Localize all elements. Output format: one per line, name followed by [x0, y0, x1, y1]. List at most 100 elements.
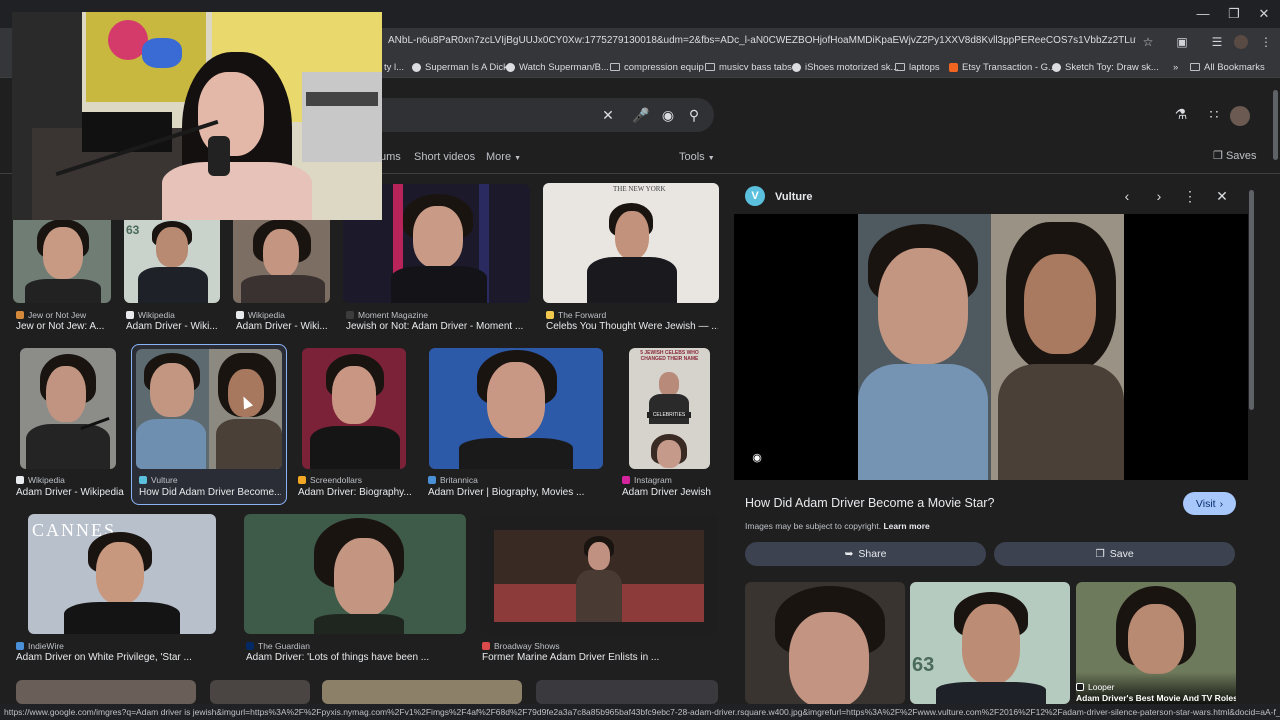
- bookmark-item[interactable]: Superman Is A Dick: [412, 60, 508, 74]
- result-source: Vulture: [139, 474, 178, 485]
- apps-grid-icon[interactable]: ∷: [1205, 106, 1223, 124]
- preview-title[interactable]: How Did Adam Driver Become a Movie Star?: [745, 496, 994, 510]
- tab-short-videos[interactable]: Short videos: [414, 151, 475, 163]
- image-thumbnail[interactable]: [429, 348, 603, 469]
- wikipedia-icon: [236, 310, 244, 319]
- close-window-icon[interactable]: ✕: [1249, 4, 1279, 24]
- related-title[interactable]: Adam Driver's Best Movie And TV Roles...: [1076, 693, 1236, 703]
- related-image[interactable]: [745, 582, 905, 704]
- result-title[interactable]: Adam Driver: Biography...: [298, 487, 412, 500]
- bookmark-item[interactable]: ty l...: [384, 60, 404, 74]
- chevron-down-icon: ▼: [514, 155, 522, 162]
- page-scrollbar[interactable]: [1273, 90, 1278, 160]
- image-thumbnail[interactable]: [20, 348, 116, 469]
- result-title[interactable]: Adam Driver on White Privilege, 'Star ..…: [16, 652, 226, 665]
- bookmark-item[interactable]: Etsy Transaction - G...: [949, 60, 1056, 74]
- image-thumbnail[interactable]: [302, 348, 406, 469]
- bookmarks-overflow[interactable]: »: [1173, 60, 1178, 74]
- learn-more-link[interactable]: Learn more: [883, 521, 929, 531]
- image-thumbnail[interactable]: [16, 680, 196, 704]
- result-source: Wikipedia: [236, 309, 285, 320]
- image-thumbnail[interactable]: THE NEW YORK: [543, 183, 719, 303]
- close-preview-icon[interactable]: ✕: [1213, 188, 1231, 206]
- image-thumbnail[interactable]: [13, 215, 111, 303]
- bookmark-folder[interactable]: musicv bass tabs: [705, 60, 792, 74]
- tab-more[interactable]: More ▼: [486, 151, 521, 163]
- wikipedia-icon: [16, 475, 24, 484]
- related-image[interactable]: 63: [910, 582, 1070, 704]
- result-title[interactable]: Jewish or Not: Adam Driver - Moment ...: [346, 321, 530, 334]
- image-thumbnail[interactable]: [244, 514, 466, 634]
- result-title[interactable]: Adam Driver - Wiki...: [126, 321, 218, 334]
- the-forward-icon: [546, 310, 554, 319]
- result-title[interactable]: Adam Driver - Wiki...: [236, 321, 328, 334]
- result-source: Broadway Shows: [482, 640, 560, 651]
- preview-image[interactable]: [858, 214, 1124, 480]
- result-source: IndieWire: [16, 640, 64, 651]
- minimize-icon[interactable]: —: [1188, 4, 1218, 24]
- bookmark-folder[interactable]: compression equip: [610, 60, 704, 74]
- result-source: Wikipedia: [126, 309, 175, 320]
- folder-icon: [1190, 63, 1200, 71]
- result-source: The Forward: [546, 309, 606, 320]
- image-thumbnail[interactable]: 5 JEWISH CELEBS WHO CHANGED THEIR NAME C…: [629, 348, 710, 469]
- result-source: Wikipedia: [16, 474, 65, 485]
- bookmark-folder[interactable]: laptops: [895, 60, 940, 74]
- image-thumbnail[interactable]: [210, 680, 310, 704]
- result-title[interactable]: Adam Driver Jewish: [622, 487, 718, 500]
- google-account-avatar[interactable]: [1230, 106, 1250, 126]
- folder-icon: [895, 63, 905, 71]
- bookmark-item[interactable]: iShoes motorized sk...: [792, 60, 898, 74]
- tab-images[interactable]: ums: [380, 151, 401, 163]
- share-button[interactable]: ➥ Share: [745, 542, 986, 566]
- browser-menu-icon[interactable]: ⋮: [1257, 33, 1275, 51]
- looper-icon: [1076, 682, 1084, 691]
- bookmark-item[interactable]: Watch Superman/B...: [506, 60, 609, 74]
- previous-arrow-icon[interactable]: ‹: [1118, 188, 1136, 206]
- restore-icon[interactable]: ❐: [1219, 4, 1249, 24]
- image-thumbnail[interactable]: CANNES: [28, 514, 216, 634]
- result-title[interactable]: Adam Driver | Biography, Movies ...: [428, 487, 604, 500]
- all-bookmarks[interactable]: All Bookmarks: [1190, 60, 1265, 74]
- bookmark-star-icon[interactable]: ☆: [1139, 33, 1157, 51]
- result-title[interactable]: Adam Driver: 'Lots of things have been .…: [246, 652, 466, 665]
- saves-button[interactable]: ❐ Saves: [1213, 149, 1257, 162]
- lens-icon[interactable]: ◉: [659, 106, 677, 124]
- result-source: The Guardian: [246, 640, 310, 651]
- extensions-icon[interactable]: ▣: [1173, 33, 1191, 51]
- result-title[interactable]: Adam Driver - Wikipedia: [16, 487, 126, 500]
- image-thumbnail[interactable]: [536, 680, 718, 704]
- image-thumbnail[interactable]: [480, 514, 718, 634]
- result-title[interactable]: Former Marine Adam Driver Enlists in ...: [482, 652, 718, 665]
- bookmark-item[interactable]: Sketch Toy: Draw sk...: [1052, 60, 1159, 74]
- search-input[interactable]: [330, 98, 714, 132]
- broadway-shows-icon: [482, 641, 490, 650]
- globe-icon: [412, 62, 421, 72]
- image-thumbnail[interactable]: 63: [124, 215, 220, 303]
- google-lens-icon[interactable]: ◉: [750, 451, 764, 465]
- clear-search-icon[interactable]: ✕: [599, 106, 617, 124]
- image-thumbnail[interactable]: [233, 215, 330, 303]
- result-title[interactable]: Jew or Not Jew: A...: [16, 321, 108, 334]
- image-thumbnail[interactable]: [322, 680, 522, 704]
- etsy-icon: [949, 62, 958, 72]
- next-arrow-icon[interactable]: ›: [1150, 188, 1168, 206]
- save-button[interactable]: ❐ Save: [994, 542, 1235, 566]
- media-control-icon[interactable]: ☰: [1208, 33, 1226, 51]
- microphone-icon[interactable]: 🎤: [632, 106, 650, 124]
- url-field[interactable]: ANbL-n6u8PaR0xn7zcLVIjBgUUJx0CY0Xw:17752…: [388, 35, 1136, 49]
- panel-scrollbar[interactable]: [1249, 190, 1254, 410]
- image-thumbnail[interactable]: [136, 349, 282, 469]
- result-source: Screendollars: [298, 474, 362, 485]
- folder-icon: [610, 63, 620, 71]
- more-options-icon[interactable]: ⋮: [1181, 188, 1199, 206]
- result-title[interactable]: How Did Adam Driver Become...: [139, 487, 281, 500]
- profile-avatar[interactable]: [1234, 35, 1248, 49]
- preview-source-name[interactable]: Vulture: [775, 191, 813, 203]
- search-icon[interactable]: ⚲: [685, 106, 703, 124]
- labs-flask-icon[interactable]: ⚗: [1172, 106, 1190, 124]
- folder-icon: [705, 63, 715, 71]
- result-title[interactable]: Celebs You Thought Were Jewish — ...: [546, 321, 718, 334]
- visit-button[interactable]: Visit ›: [1183, 492, 1236, 515]
- tools-button[interactable]: Tools ▼: [679, 151, 715, 163]
